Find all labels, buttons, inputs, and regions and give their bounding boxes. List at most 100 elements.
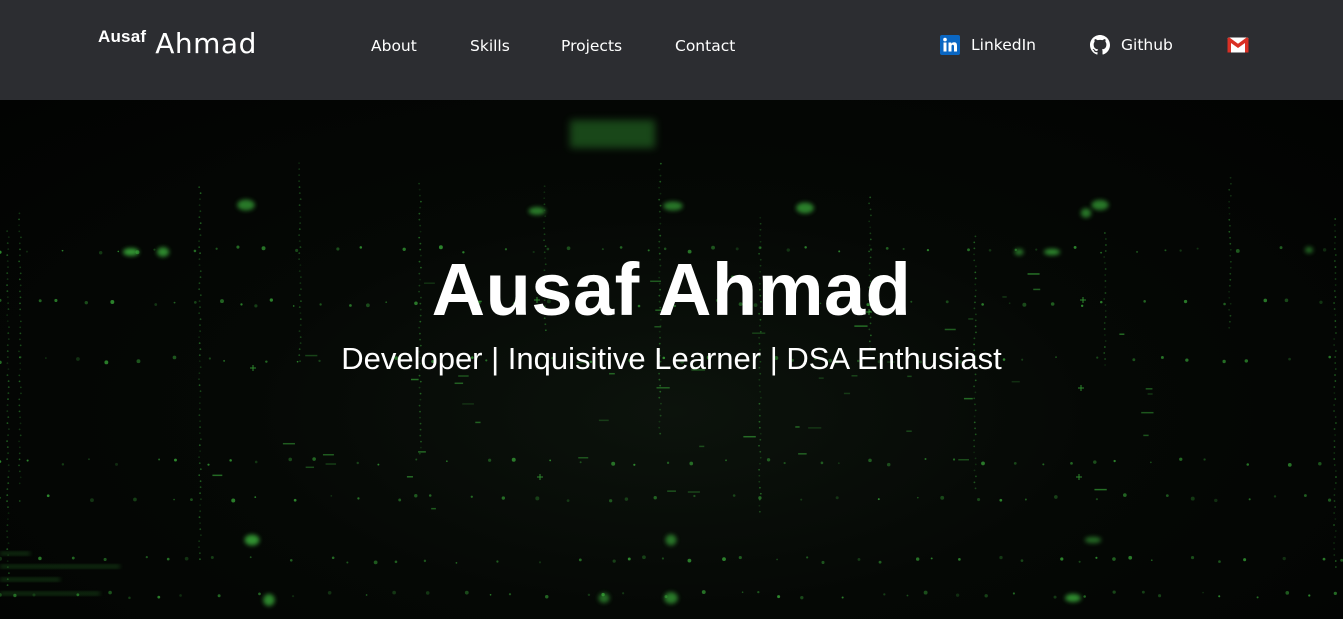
- matrix-particle: [1054, 495, 1058, 499]
- matrix-dash: [598, 419, 609, 422]
- matrix-particle: [199, 396, 201, 399]
- gmail-icon: [1227, 36, 1249, 54]
- matrix-particle: [1123, 493, 1127, 497]
- matrix-particle: [7, 332, 10, 335]
- matrix-particle: [1095, 498, 1098, 501]
- matrix-particle: [373, 560, 378, 565]
- matrix-particle: [198, 228, 201, 231]
- matrix-particle: [869, 208, 872, 211]
- matrix-particle: [940, 495, 945, 500]
- matrix-particle: [974, 487, 977, 490]
- matrix-particle: [133, 497, 137, 502]
- matrix-dash: [808, 427, 822, 429]
- matrix-particle: [299, 222, 302, 225]
- matrix-particle: [18, 218, 20, 221]
- matrix-particle: [760, 396, 762, 399]
- matrix-particle: [1285, 591, 1290, 595]
- matrix-particle: [298, 330, 301, 333]
- matrix-particle: [1104, 334, 1106, 336]
- matrix-particle: [658, 378, 661, 381]
- nav-link-projects[interactable]: Projects: [561, 35, 675, 57]
- github-link[interactable]: Github: [1090, 35, 1227, 55]
- matrix-particle: [1333, 464, 1336, 466]
- matrix-particle: [1190, 555, 1195, 560]
- matrix-particle: [419, 230, 422, 233]
- matrix-particle: [1179, 457, 1183, 461]
- matrix-particle: [869, 238, 872, 241]
- matrix-particle: [26, 459, 29, 462]
- glow-blob: [664, 592, 678, 604]
- brand-logo[interactable]: Ausaf Ahmad: [98, 24, 257, 64]
- matrix-particle: [419, 398, 422, 401]
- matrix-particle: [419, 242, 422, 245]
- nav-link-about[interactable]: About: [371, 35, 470, 57]
- matrix-particle: [578, 558, 582, 562]
- matrix-particle: [418, 182, 420, 185]
- matrix-particle: [71, 556, 75, 560]
- matrix-particle: [145, 555, 148, 559]
- matrix-particle: [19, 422, 22, 425]
- matrix-particle: [1334, 416, 1337, 418]
- matrix-particle: [231, 498, 236, 503]
- matrix-particle: [783, 461, 786, 465]
- matrix-particle: [758, 420, 761, 423]
- matrix-particle: [661, 557, 665, 560]
- matrix-particle: [198, 186, 201, 189]
- glow-blob: [237, 199, 255, 211]
- matrix-particle: [199, 450, 202, 453]
- matrix-particle: [18, 446, 21, 449]
- nav-link-skills[interactable]: Skills: [470, 35, 561, 57]
- matrix-particle: [758, 474, 761, 477]
- matrix-particle: [658, 210, 661, 213]
- matrix-particle: [883, 593, 886, 596]
- matrix-particle: [659, 414, 662, 417]
- matrix-particle: [198, 336, 200, 339]
- matrix-particle: [1334, 218, 1337, 220]
- matrix-dash: [1119, 333, 1125, 335]
- matrix-particle: [543, 203, 546, 206]
- matrix-particle: [6, 242, 9, 245]
- matrix-particle: [1334, 536, 1336, 538]
- matrix-particle: [1190, 496, 1195, 501]
- matrix-particle: [418, 218, 421, 221]
- matrix-particle: [658, 420, 661, 423]
- matrix-particle: [1093, 460, 1097, 464]
- matrix-particle: [1333, 452, 1336, 454]
- matrix-particle: [6, 530, 8, 533]
- matrix-particle: [1060, 557, 1064, 561]
- matrix-particle: [38, 556, 42, 561]
- matrix-particle: [535, 496, 540, 501]
- brand-first-name: Ausaf: [98, 27, 147, 46]
- hero-title: Ausaf Ahmad: [431, 248, 912, 331]
- matrix-particle: [974, 403, 976, 406]
- matrix-particle: [46, 494, 50, 498]
- matrix-particle: [659, 216, 662, 219]
- matrix-particle: [199, 222, 202, 225]
- glow-blob: [1091, 199, 1109, 211]
- matrix-particle: [1073, 245, 1077, 249]
- matrix-particle: [1228, 218, 1231, 221]
- matrix-dash: [699, 445, 705, 448]
- matrix-particle: [414, 494, 418, 498]
- matrix-particle: [299, 198, 302, 201]
- linkedin-link[interactable]: LinkedIn: [940, 35, 1090, 55]
- matrix-particle: [7, 542, 10, 545]
- matrix-particle: [174, 458, 177, 462]
- glow-blob: [598, 592, 610, 604]
- matrix-particle: [758, 384, 761, 387]
- matrix-particle: [868, 244, 871, 247]
- matrix-particle: [868, 202, 870, 205]
- matrix-particle: [199, 528, 202, 531]
- matrix-particle: [1334, 482, 1337, 484]
- matrix-particle: [820, 461, 824, 465]
- matrix-particle: [1287, 463, 1292, 467]
- nav-link-contact[interactable]: Contact: [675, 35, 755, 57]
- matrix-particle: [419, 434, 422, 437]
- email-link[interactable]: [1227, 36, 1260, 54]
- matrix-particle: [973, 241, 976, 244]
- matrix-particle: [1083, 595, 1086, 598]
- matrix-particle: [1335, 476, 1337, 478]
- matrix-particle: [198, 378, 200, 381]
- matrix-particle: [1248, 498, 1251, 501]
- matrix-particle: [6, 584, 9, 587]
